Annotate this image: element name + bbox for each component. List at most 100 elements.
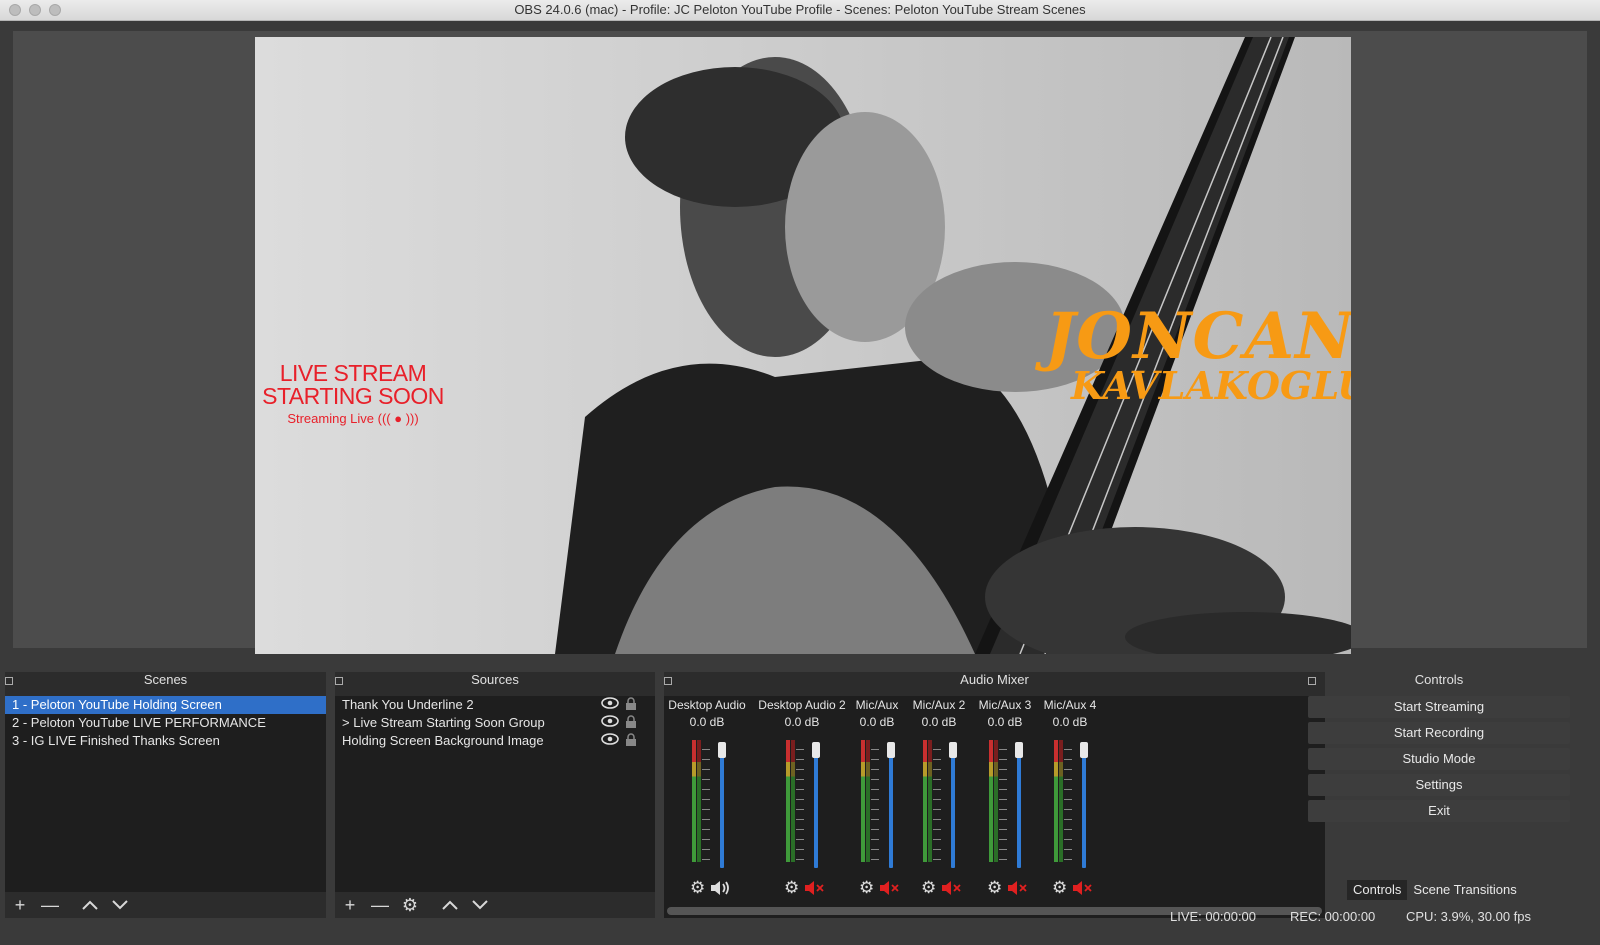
volume-fader-handle[interactable] xyxy=(718,742,726,758)
muted-speaker-icon[interactable] xyxy=(1071,879,1093,897)
volume-meter xyxy=(866,740,870,862)
settings-button[interactable]: Settings xyxy=(1308,774,1570,796)
exit-button[interactable]: Exit xyxy=(1308,800,1570,822)
volume-meter xyxy=(928,740,932,862)
eye-icon[interactable] xyxy=(601,733,619,745)
channel-name: Mic/Aux xyxy=(855,698,899,712)
meter-scale xyxy=(1064,740,1072,862)
meter-scale xyxy=(702,740,710,862)
studio-mode-button[interactable]: Studio Mode xyxy=(1308,748,1570,770)
volume-fader-track[interactable] xyxy=(814,744,818,868)
undock-icon[interactable] xyxy=(1308,677,1316,685)
volume-meter xyxy=(861,740,865,862)
volume-fader-handle[interactable] xyxy=(812,742,820,758)
volume-meter xyxy=(692,740,696,862)
mixer-channel-mic-aux-2: Mic/Aux 2 0.0 dB ⚙ xyxy=(907,696,971,898)
volume-fader-track[interactable] xyxy=(951,744,955,868)
scenes-dock: Scenes 1 - Peloton YouTube Holding Scree… xyxy=(5,672,326,918)
channel-volume-db: 0.0 dB xyxy=(689,715,725,729)
mixer-channel-mic-aux: Mic/Aux 0.0 dB ⚙ xyxy=(847,696,907,898)
scene-item-3[interactable]: 3 - IG LIVE Finished Thanks Screen xyxy=(5,732,326,750)
scenes-list[interactable]: 1 - Peloton YouTube Holding Screen 2 - P… xyxy=(5,696,326,892)
status-bar: LIVE: 00:00:00 REC: 00:00:00 CPU: 3.9%, … xyxy=(0,908,1600,945)
channel-name: Mic/Aux 4 xyxy=(1043,698,1097,712)
overlay-line-3: Streaming Live ((( ● ))) xyxy=(287,411,419,426)
artist-logo: JONCAN KAVLAKOGLU xyxy=(1045,299,1351,408)
channel-volume-db: 0.0 dB xyxy=(1052,715,1088,729)
channel-volume-db: 0.0 dB xyxy=(859,715,895,729)
sources-dock: Sources Thank You Underline 2 > Live Str… xyxy=(335,672,655,918)
live-timer: LIVE: 00:00:00 xyxy=(1170,909,1257,924)
meter-scale xyxy=(999,740,1007,862)
undock-icon[interactable] xyxy=(335,677,343,685)
eye-icon[interactable] xyxy=(601,697,619,709)
cpu-fps-readout: CPU: 3.9%, 30.00 fps xyxy=(1406,909,1532,924)
channel-name: Desktop Audio xyxy=(668,698,746,712)
start-streaming-button[interactable]: Start Streaming xyxy=(1308,696,1570,718)
audio-settings-gear-icon[interactable]: ⚙ xyxy=(784,878,799,898)
channel-name: Mic/Aux 3 xyxy=(978,698,1032,712)
lock-icon[interactable] xyxy=(625,697,637,711)
source-item-2[interactable]: > Live Stream Starting Soon Group xyxy=(335,714,655,732)
channel-volume-db: 0.0 dB xyxy=(921,715,957,729)
window-title: OBS 24.0.6 (mac) - Profile: JC Peloton Y… xyxy=(514,2,1086,17)
volume-fader-track[interactable] xyxy=(889,744,893,868)
meter-scale xyxy=(933,740,941,862)
volume-meter xyxy=(791,740,795,862)
source-label: Live Stream Starting Soon Group xyxy=(353,715,545,730)
lock-icon[interactable] xyxy=(625,715,637,729)
source-label: Holding Screen Background Image xyxy=(342,733,544,748)
audio-mixer-dock: Audio Mixer Desktop Audio 0.0 dB ⚙ Deskt… xyxy=(664,672,1325,918)
channel-volume-db: 0.0 dB xyxy=(784,715,820,729)
program-preview[interactable]: LIVE STREAM STARTING SOON Streaming Live… xyxy=(255,37,1351,654)
mixer-body: Desktop Audio 0.0 dB ⚙ Desktop Audio 2 0… xyxy=(664,696,1325,918)
muted-speaker-icon[interactable] xyxy=(803,879,825,897)
logo-line-1: JONCAN xyxy=(1045,299,1351,374)
undock-icon[interactable] xyxy=(5,677,13,685)
tab-controls[interactable]: Controls xyxy=(1347,880,1408,900)
muted-speaker-icon[interactable] xyxy=(1006,879,1028,897)
start-recording-button[interactable]: Start Recording xyxy=(1308,722,1570,744)
undock-icon[interactable] xyxy=(664,677,672,685)
volume-meter xyxy=(1059,740,1063,862)
volume-fader-handle[interactable] xyxy=(1080,742,1088,758)
scene-item-2[interactable]: 2 - Peloton YouTube LIVE PERFORMANCE xyxy=(5,714,326,732)
volume-meter xyxy=(989,740,993,862)
volume-fader-handle[interactable] xyxy=(1015,742,1023,758)
volume-fader-handle[interactable] xyxy=(887,742,895,758)
audio-settings-gear-icon[interactable]: ⚙ xyxy=(859,878,874,898)
meter-scale xyxy=(796,740,804,862)
audio-settings-gear-icon[interactable]: ⚙ xyxy=(690,878,705,898)
lock-icon[interactable] xyxy=(625,733,637,747)
muted-speaker-icon[interactable] xyxy=(878,879,900,897)
audio-settings-gear-icon[interactable]: ⚙ xyxy=(1052,878,1067,898)
volume-fader-track[interactable] xyxy=(1082,744,1086,868)
volume-fader-track[interactable] xyxy=(720,744,724,868)
channel-volume-db: 0.0 dB xyxy=(987,715,1023,729)
overlay-line-2: STARTING SOON xyxy=(262,383,444,409)
recording-timer: REC: 00:00:00 xyxy=(1290,909,1376,924)
volume-meter xyxy=(994,740,998,862)
audio-settings-gear-icon[interactable]: ⚙ xyxy=(921,878,936,898)
mixer-channel-mic-aux-3: Mic/Aux 3 0.0 dB ⚙ xyxy=(973,696,1037,898)
volume-meter xyxy=(1054,740,1058,862)
scene-item-1[interactable]: 1 - Peloton YouTube Holding Screen xyxy=(5,696,326,714)
source-item-3[interactable]: Holding Screen Background Image xyxy=(335,732,655,750)
overlay-line-1: LIVE STREAM xyxy=(279,360,427,386)
logo-line-2: KAVLAKOGLU xyxy=(1071,362,1351,408)
mixer-channel-mic-aux-4: Mic/Aux 4 0.0 dB ⚙ xyxy=(1038,696,1102,898)
speaker-icon[interactable] xyxy=(709,879,731,897)
group-expander[interactable]: > xyxy=(342,715,350,730)
tab-scene-transitions[interactable]: Scene Transitions xyxy=(1407,880,1523,900)
volume-meter xyxy=(697,740,701,862)
mixer-channel-desktop-audio: Desktop Audio 0.0 dB ⚙ xyxy=(666,696,748,898)
eye-icon[interactable] xyxy=(601,715,619,727)
volume-fader-handle[interactable] xyxy=(949,742,957,758)
source-item-1[interactable]: Thank You Underline 2 xyxy=(335,696,655,714)
muted-speaker-icon[interactable] xyxy=(940,879,962,897)
volume-fader-track[interactable] xyxy=(1017,744,1021,868)
sources-header: Sources xyxy=(471,672,519,687)
audio-settings-gear-icon[interactable]: ⚙ xyxy=(987,878,1002,898)
scenes-header: Scenes xyxy=(143,672,188,687)
sources-list[interactable]: Thank You Underline 2 > Live Stream Star… xyxy=(335,696,655,892)
